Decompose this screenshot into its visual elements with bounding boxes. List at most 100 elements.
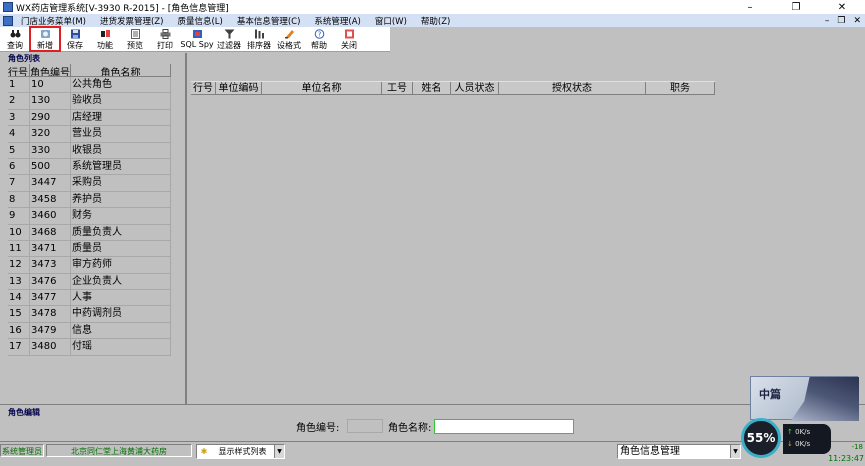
- table-row[interactable]: 6 500 系统管理员: [8, 158, 171, 176]
- role-code-cell: 3476: [30, 273, 71, 290]
- preview-button[interactable]: 预览: [120, 27, 150, 51]
- table-row[interactable]: 12 3473 审方药师: [8, 257, 171, 274]
- column-header-role-code[interactable]: 角色编号: [30, 64, 71, 76]
- table-row[interactable]: 14 3477 人事: [8, 290, 171, 307]
- filter-button-label: 过滤器: [217, 41, 241, 50]
- svg-text:?: ?: [317, 31, 321, 39]
- role-code-cell: 3460: [30, 208, 71, 224]
- status-current-user: 系统管理员: [0, 444, 44, 457]
- print-button[interactable]: 打印: [150, 27, 180, 51]
- query-button-label: 查询: [7, 41, 23, 50]
- menu-basic-info[interactable]: 基本信息管理(C): [237, 15, 301, 27]
- table-row[interactable]: 8 3458 养护员: [8, 191, 171, 209]
- cpu-usage-gauge: 55%: [741, 418, 781, 458]
- table-row[interactable]: 16 3479 信息: [8, 322, 171, 340]
- mdi-close-button[interactable]: ✕: [853, 16, 861, 26]
- row-number-cell: 13: [8, 273, 30, 290]
- column-header-staff-status[interactable]: 人员状态: [451, 82, 499, 94]
- sql-spy-button-label: SQL Spy: [180, 40, 214, 49]
- column-header-position[interactable]: 职务: [646, 82, 715, 94]
- table-row[interactable]: 11 3471 质量员: [8, 240, 171, 258]
- role-code-cell: 3479: [30, 322, 71, 339]
- help-button[interactable]: ? 帮助: [304, 27, 334, 51]
- column-header-role-name[interactable]: 角色名称: [71, 64, 171, 76]
- role-name-cell: 财务: [71, 208, 171, 224]
- role-code-cell: 3473: [30, 257, 71, 273]
- menu-purchase-invoice[interactable]: 进货发票管理(Z): [100, 15, 163, 27]
- set-format-button[interactable]: 设格式: [274, 27, 304, 51]
- avatar-name: 中篇: [759, 388, 781, 401]
- menu-quality-info[interactable]: 质量信息(L): [177, 15, 222, 27]
- binoculars-icon: [10, 29, 21, 39]
- menu-window[interactable]: 窗口(W): [375, 15, 407, 27]
- role-name-cell: 采购员: [71, 175, 171, 191]
- table-row[interactable]: 15 3478 中药调剂员: [8, 306, 171, 323]
- role-code-cell: 3468: [30, 224, 71, 240]
- chevron-down-icon[interactable]: ▼: [274, 445, 284, 458]
- menu-help[interactable]: 帮助(Z): [421, 15, 450, 27]
- close-window-button[interactable]: ✕: [819, 0, 865, 14]
- add-button[interactable]: 新增: [29, 26, 61, 52]
- sql-spy-icon: [192, 29, 203, 39]
- network-speed-widget[interactable]: 55% ↑ 0K/s ↓ 0K/s: [741, 414, 835, 460]
- column-header-unit-code[interactable]: 单位编码: [216, 82, 262, 94]
- column-header-auth-status[interactable]: 授权状态: [499, 82, 646, 94]
- table-row[interactable]: 5 330 收银员: [8, 142, 171, 159]
- table-row[interactable]: 7 3447 采购员: [8, 175, 171, 192]
- role-code-cell: 3447: [30, 175, 71, 191]
- column-header-name[interactable]: 姓名: [413, 82, 451, 94]
- app-logo-icon: [3, 2, 13, 12]
- column-header-unit-name[interactable]: 单位名称: [262, 82, 382, 94]
- window-controls: – ❐ ✕: [727, 0, 865, 14]
- window-select-value: 角色信息管理: [620, 446, 680, 457]
- row-number-cell: 14: [8, 290, 30, 306]
- row-number-cell: 9: [8, 208, 30, 224]
- role-table: 行号 角色编号 角色名称 1 10 公共角色 2 130 验收员 3 290 店经理 4 320 营业…: [8, 64, 171, 356]
- lightbulb-icon: ✱: [200, 447, 208, 456]
- role-name-cell: 公共角色: [71, 77, 171, 93]
- role-name-field[interactable]: [434, 419, 574, 434]
- restore-button[interactable]: ❐: [773, 0, 819, 14]
- filter-button[interactable]: 过滤器: [214, 27, 244, 51]
- menu-store-business[interactable]: 门店业务菜单(M): [21, 15, 86, 27]
- role-code-field[interactable]: [347, 419, 383, 433]
- table-row[interactable]: 2 130 验收员: [8, 93, 171, 110]
- table-row[interactable]: 1 10 公共角色: [8, 77, 171, 94]
- toolbar: 查询 新增 保存 功能 预览 打印 SQL Spy 过滤器 排序器 设格式 ? …: [0, 26, 390, 52]
- print-button-label: 打印: [157, 41, 173, 50]
- column-header-staff-number[interactable]: 工号: [382, 82, 413, 94]
- close-button[interactable]: 关闭: [334, 27, 364, 51]
- row-number-cell: 10: [8, 224, 30, 240]
- table-row[interactable]: 13 3476 企业负责人: [8, 273, 171, 291]
- role-code-cell: 3458: [30, 191, 71, 208]
- mdi-restore-button[interactable]: ❐: [837, 16, 845, 26]
- add-record-icon: [40, 29, 51, 39]
- menu-system-admin[interactable]: 系统管理(A): [314, 15, 360, 27]
- mdi-controls: – ❐ ✕: [825, 14, 861, 27]
- set-format-button-label: 设格式: [277, 41, 301, 50]
- chevron-down-icon[interactable]: ▼: [730, 445, 740, 458]
- column-header-row-number[interactable]: 行号: [8, 64, 30, 76]
- sort-button[interactable]: 排序器: [244, 27, 274, 51]
- function-button[interactable]: 功能: [90, 27, 120, 51]
- format-icon: [284, 29, 295, 39]
- query-button[interactable]: 查询: [0, 27, 30, 51]
- table-row[interactable]: 9 3460 财务: [8, 208, 171, 225]
- table-row[interactable]: 3 290 店经理: [8, 109, 171, 127]
- row-number-cell: 1: [8, 77, 30, 93]
- sql-spy-button[interactable]: SQL Spy: [180, 27, 214, 51]
- table-row[interactable]: 17 3480 付瑶: [8, 339, 171, 356]
- mdi-minimize-button[interactable]: –: [825, 16, 830, 26]
- window-select[interactable]: 角色信息管理 ▼: [617, 444, 741, 459]
- role-name-cell: 审方药师: [71, 257, 171, 273]
- save-button[interactable]: 保存: [60, 27, 90, 51]
- mdi-child-icon[interactable]: [3, 15, 13, 26]
- table-row[interactable]: 10 3468 质量负责人: [8, 224, 171, 241]
- table-row[interactable]: 4 320 营业员: [8, 126, 171, 143]
- minimize-button[interactable]: –: [727, 0, 773, 14]
- role-code-cell: 3471: [30, 240, 71, 257]
- column-header-row-number[interactable]: 行号: [191, 82, 216, 94]
- sort-button-label: 排序器: [247, 41, 271, 50]
- role-code-cell: 130: [30, 93, 71, 109]
- display-style-select[interactable]: ✱ 显示样式列表 ▼: [196, 444, 285, 459]
